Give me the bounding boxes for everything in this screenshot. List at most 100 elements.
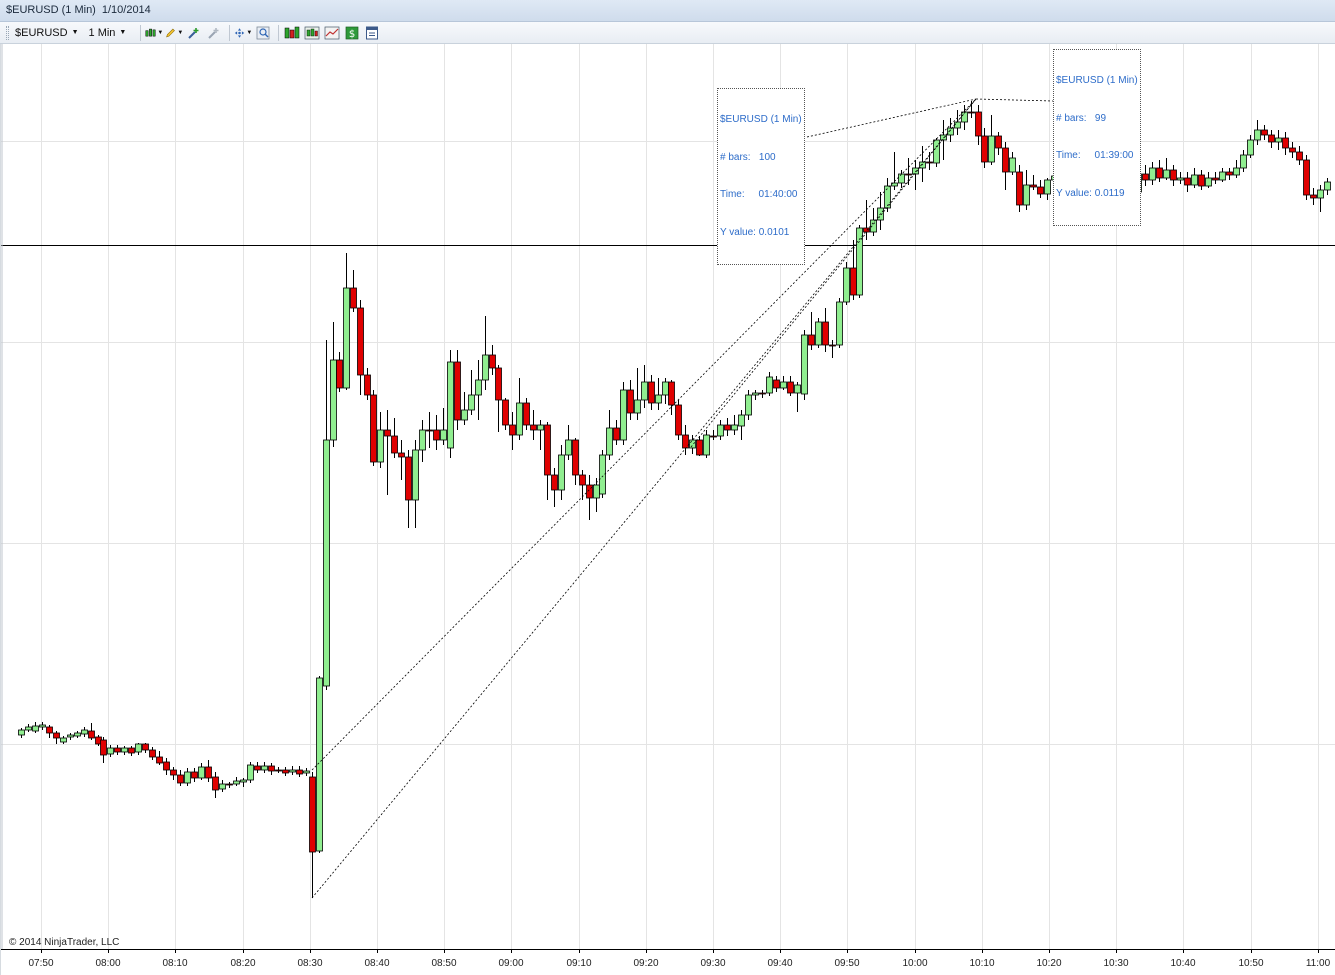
candle (191, 768, 198, 782)
data-box-icon[interactable] (363, 24, 381, 42)
candle-body (1247, 139, 1254, 156)
zoom-magnify-icon[interactable] (254, 24, 272, 42)
candle (731, 415, 738, 435)
candle (509, 412, 516, 450)
tooltip-bars-label: # bars: (720, 151, 751, 163)
candle (752, 390, 759, 400)
candle-body (107, 747, 114, 755)
candle-body (100, 739, 107, 756)
tooltip-time-row: Time: 01:40:00 (720, 189, 802, 202)
candle (1247, 135, 1254, 158)
candle (350, 270, 357, 312)
candle (468, 370, 475, 415)
candle (815, 318, 822, 348)
candle-body (25, 726, 32, 731)
candle-body (870, 219, 877, 233)
candle (1219, 168, 1226, 182)
candle (516, 378, 523, 440)
candle-body (343, 287, 350, 389)
instrument-selector[interactable]: $EURUSD ▼ (15, 27, 79, 39)
candle-body (1030, 184, 1037, 188)
chart-panel[interactable]: 07:50 08:00 08:10 08:20 08:30 08:40 08:50 09:00… (0, 44, 1335, 975)
candle-body (599, 454, 606, 495)
candle-body (655, 394, 662, 404)
drawing-trend-line[interactable] (975, 98, 1054, 102)
candle (1233, 160, 1240, 178)
candle (184, 768, 191, 786)
toolbar-grip[interactable] (6, 25, 9, 40)
candle (261, 762, 268, 773)
drawing-objects[interactable] (1, 44, 1054, 949)
candle-body (39, 724, 46, 728)
chevron-down-icon: ▼ (119, 29, 127, 36)
drawing-pencil-icon[interactable]: ▼ (165, 24, 183, 42)
candle-body (808, 334, 815, 346)
time-axis-label: 08:00 (95, 958, 120, 969)
candle-body (717, 424, 724, 437)
candle-body (398, 452, 405, 458)
candle (405, 450, 412, 528)
candle-body (426, 429, 433, 432)
candle-body (836, 301, 843, 346)
candle (579, 470, 586, 500)
candle (502, 398, 509, 430)
candle (440, 408, 447, 445)
candle (696, 436, 703, 456)
candle-body (384, 429, 391, 437)
candle (412, 440, 419, 528)
indicators-icon[interactable] (303, 24, 321, 42)
candle-body (926, 161, 933, 164)
candle (537, 420, 544, 450)
candle (954, 110, 961, 135)
candle (662, 378, 669, 404)
candle (843, 262, 850, 305)
dollar-icon[interactable]: $ (343, 24, 361, 42)
strategies-icon[interactable] (283, 24, 301, 42)
candle-body (149, 749, 156, 758)
candle-body (738, 414, 745, 427)
chart-toolbar: $EURUSD ▼ 1 Min ▼ ▼ ▼ ▼ $ (0, 22, 1335, 44)
candle (975, 105, 982, 145)
candle-body (1142, 173, 1149, 181)
candle-body (1163, 169, 1170, 179)
candle-body (268, 765, 275, 772)
toolbar-separator (140, 24, 142, 41)
candle-body (947, 127, 954, 136)
zoom-move-icon[interactable]: ▼ (234, 24, 252, 42)
drawing-trend-line[interactable] (311, 98, 977, 771)
candle-body (689, 439, 696, 449)
crosshair-disabled-icon[interactable] (205, 24, 223, 42)
candle-body (530, 424, 537, 431)
candle (724, 418, 731, 436)
chevron-down-icon: ▼ (71, 29, 79, 36)
candle (926, 152, 933, 170)
tooltip-time-row: Time: 01:39:00 (1056, 150, 1138, 163)
candle-body (1226, 171, 1233, 176)
candle (426, 412, 433, 448)
candle (891, 152, 898, 190)
candle-body (745, 394, 752, 416)
candle-body (46, 726, 53, 734)
tooltip-time-label: Time: (720, 189, 745, 200)
candle (226, 782, 233, 788)
candle-body (544, 424, 551, 476)
candle (377, 412, 384, 468)
candle-body (801, 334, 808, 395)
candle (613, 420, 620, 445)
candle (475, 360, 482, 420)
tooltip-bars-value: 99 (1094, 112, 1107, 124)
candle-body (316, 677, 323, 852)
candle-body (212, 776, 219, 791)
bar-type-icon[interactable]: ▼ (145, 24, 163, 42)
time-axis-label: 09:40 (767, 958, 792, 969)
candle-body (454, 361, 461, 421)
chart-properties-icon[interactable] (323, 24, 341, 42)
interval-selector[interactable]: 1 Min ▼ (89, 27, 127, 39)
candle-body (780, 381, 787, 389)
candle-body (981, 135, 988, 163)
candle-body (523, 402, 530, 426)
candle-body (163, 761, 170, 771)
crosshair-plus-icon[interactable] (185, 24, 203, 42)
candle-body (759, 392, 766, 395)
candle-body (275, 769, 282, 772)
